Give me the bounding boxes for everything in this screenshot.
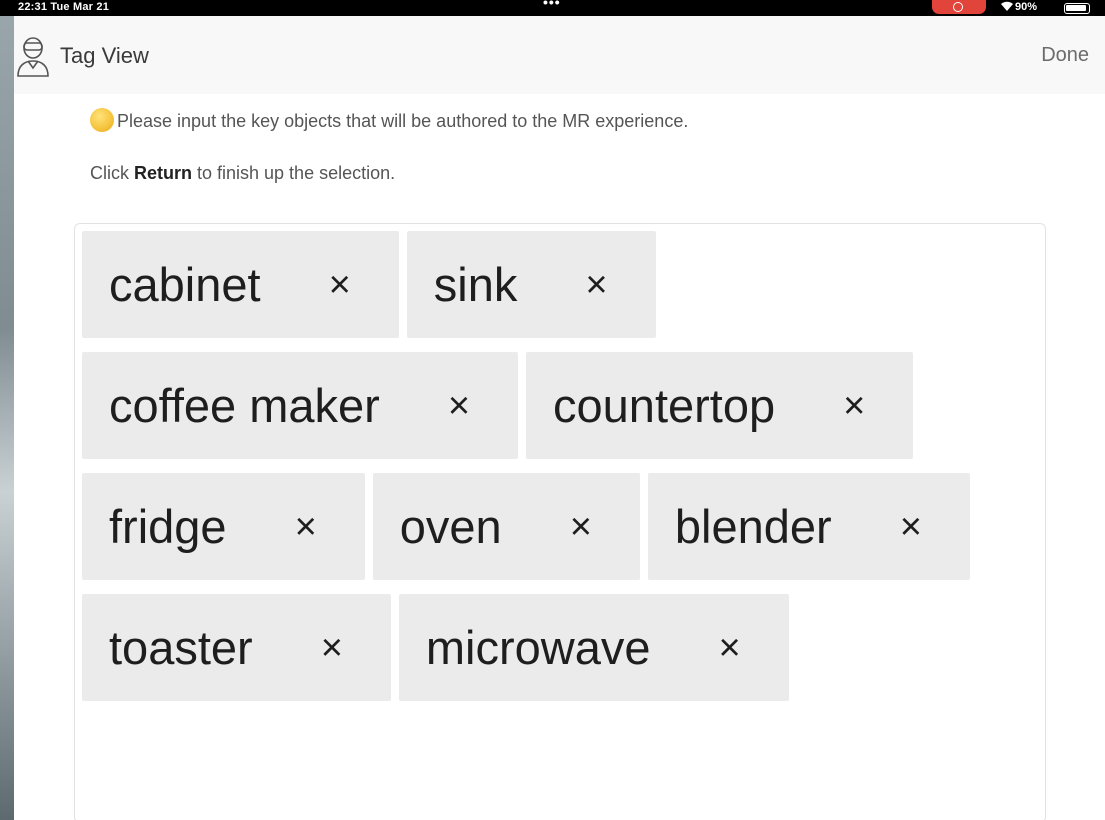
remove-tag-icon[interactable]: × (719, 629, 741, 667)
return-keyword: Return (134, 163, 192, 183)
wifi-icon (1000, 0, 1014, 15)
remove-tag-icon[interactable]: × (448, 387, 470, 425)
tag-view-panel: Tag View Done Please input the key objec… (14, 16, 1105, 820)
instruction-suffix: to finish up the selection. (192, 163, 396, 183)
tag-chip: toaster × (82, 594, 391, 701)
remove-tag-icon[interactable]: × (570, 508, 592, 546)
battery-percent: 90% (1015, 1, 1038, 13)
tag-label: blender (674, 500, 832, 553)
tag-chip: blender × (647, 473, 970, 580)
done-button[interactable]: Done (1041, 44, 1089, 67)
tag-chip: sink × (406, 231, 656, 338)
instruction-prefix: Click (90, 163, 134, 183)
vr-headset-user-icon (14, 34, 54, 78)
tag-label: sink (433, 258, 518, 311)
tag-chip: fridge × (82, 473, 365, 580)
instruction-line-2: Click Return to finish up the selection. (90, 163, 395, 184)
remove-tag-icon[interactable]: × (321, 629, 343, 667)
multitasking-dots-icon[interactable]: ••• (543, 0, 561, 10)
tag-label: fridge (109, 500, 227, 553)
tag-label: toaster (109, 621, 253, 674)
page-title: Tag View (60, 43, 149, 68)
tag-input-field[interactable]: cabinet × sink × coffee maker × countert… (74, 223, 1046, 820)
tag-chip: coffee maker × (82, 352, 519, 459)
remove-tag-icon[interactable]: × (295, 508, 317, 546)
tag-chip: countertop × (526, 352, 914, 459)
instruction-text: Please input the key objects that will b… (117, 110, 689, 131)
instruction-line-1: Please input the key objects that will b… (90, 108, 689, 134)
remove-tag-icon[interactable]: × (329, 266, 351, 304)
navigation-bar: Tag View Done (14, 16, 1105, 94)
tag-label: cabinet (109, 258, 261, 311)
tag-label: coffee maker (109, 379, 380, 432)
tag-label: countertop (553, 379, 776, 432)
status-bar: 22:31 Tue Mar 21 ••• 90% (0, 0, 1105, 16)
thinking-face-emoji-icon (90, 108, 114, 132)
screen-recording-icon[interactable] (932, 0, 986, 14)
tag-list: cabinet × sink × coffee maker × countert… (82, 231, 1032, 701)
battery-icon (1064, 3, 1090, 14)
remove-tag-icon[interactable]: × (900, 508, 922, 546)
remove-tag-icon[interactable]: × (585, 266, 607, 304)
tag-chip: microwave × (398, 594, 789, 701)
status-time: 22:31 Tue Mar 21 (18, 1, 110, 13)
tag-chip: oven × (372, 473, 640, 580)
tag-label: microwave (425, 621, 651, 674)
background-scene (0, 0, 14, 820)
remove-tag-icon[interactable]: × (843, 387, 865, 425)
tag-chip: cabinet × (82, 231, 399, 338)
tag-label: oven (399, 500, 502, 553)
